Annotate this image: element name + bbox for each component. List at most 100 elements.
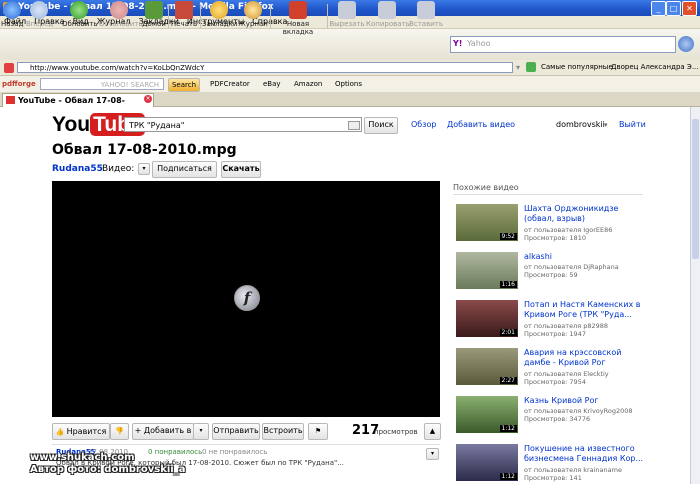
youtube-search-input[interactable]: ТРК "Рудана": [124, 117, 362, 132]
dislike-button[interactable]: 👎: [110, 423, 129, 440]
options-menu[interactable]: Options: [335, 80, 362, 88]
duration-badge: 2:27: [499, 377, 517, 384]
back-button[interactable]: Назад: [1, 1, 23, 31]
related-thumbnail[interactable]: 2:01: [456, 300, 518, 337]
page-favicon-icon: [4, 63, 14, 73]
share-button[interactable]: Отправить: [212, 423, 260, 440]
scrollbar-thumb[interactable]: [692, 119, 699, 259]
new-tab-button[interactable]: Новая вкладка: [272, 1, 324, 36]
related-title[interactable]: Потап и Настя Каменских в Кривом Роге (Т…: [524, 300, 644, 320]
duration-badge: 2:01: [499, 329, 517, 336]
channel-link[interactable]: Rudana55: [52, 164, 103, 174]
browse-link[interactable]: Обзор: [411, 120, 436, 129]
subscribe-button[interactable]: Подписаться: [152, 161, 217, 178]
duration-badge: 9:52: [499, 233, 517, 240]
expand-description-icon[interactable]: ▾: [426, 448, 439, 460]
related-uploader: от пользователя p82988: [524, 322, 609, 330]
maximize-button[interactable]: □: [666, 1, 681, 16]
related-thumbnail[interactable]: 1:16: [456, 252, 518, 289]
search-go-icon[interactable]: [678, 36, 694, 52]
pdfcreator-link[interactable]: PDFCreator: [210, 80, 250, 88]
yahoo-search-input[interactable]: Y! Yahoo: [450, 36, 676, 53]
related-title[interactable]: Покушение на известного бизнесмена Генна…: [524, 444, 644, 464]
bookmark-most-visited[interactable]: Самые популярные: [541, 63, 613, 71]
amazon-link[interactable]: Amazon: [294, 80, 322, 88]
scissors-icon: [338, 1, 356, 19]
related-title[interactable]: Шахта Орджоникидзе (обвал, взрыв): [524, 204, 644, 224]
watermark-site: www.shukach.com: [30, 452, 135, 463]
back-arrow-icon: [3, 1, 21, 19]
history-button[interactable]: Журнал: [238, 1, 268, 31]
add-to-dropdown-icon[interactable]: ▾: [193, 423, 209, 440]
related-item[interactable]: 2:27 Авария на крэссовской дамбе - Криво…: [453, 348, 643, 390]
tab-youtube[interactable]: YouTube - Обвал 17-08-2010.mpg: [2, 93, 154, 118]
toolbar-separator: [270, 4, 271, 28]
related-uploader: от пользователя IgorEE86: [524, 226, 613, 234]
video-player[interactable]: f: [52, 181, 440, 417]
flash-plugin-icon[interactable]: f: [234, 285, 260, 311]
bookmark-palace[interactable]: Дворец Александра Э...: [611, 63, 699, 71]
related-item[interactable]: 2:01 Потап и Настя Каменских в Кривом Ро…: [453, 300, 643, 342]
related-heading: Похожие видео: [453, 183, 519, 192]
home-button[interactable]: Домой: [141, 1, 167, 31]
address-input[interactable]: http://www.youtube.com/watch?v=KoLbQnZWd…: [17, 62, 513, 73]
close-tab-icon[interactable]: ×: [144, 95, 152, 103]
user-menu[interactable]: dombrovskii: [556, 120, 605, 129]
forward-arrow-icon: [30, 1, 48, 19]
related-uploader: от пользователя Elecktiy: [524, 370, 609, 378]
related-thumbnail[interactable]: 1:12: [456, 444, 518, 481]
related-thumbnail[interactable]: 2:27: [456, 348, 518, 385]
refresh-button[interactable]: Обновить: [62, 1, 98, 31]
forward-button[interactable]: Вперёд: [26, 1, 53, 31]
pdfforge-search-button[interactable]: Search: [168, 78, 200, 92]
duration-badge: 1:12: [499, 425, 517, 432]
embed-button[interactable]: Встроить: [262, 423, 304, 440]
download-button[interactable]: Скачать: [221, 161, 261, 178]
close-button[interactable]: ✕: [682, 1, 697, 16]
divider: [52, 444, 440, 445]
ebay-link[interactable]: eBay: [263, 80, 281, 88]
related-views: Просмотров: 1810: [524, 234, 586, 242]
related-item[interactable]: 9:52 Шахта Орджоникидзе (обвал, взрыв) о…: [453, 204, 643, 246]
print-icon: [175, 1, 193, 19]
related-title[interactable]: Казнь Кривой Рог: [524, 396, 644, 406]
toolbar-separator: [200, 4, 201, 28]
dislikes-count: 0 не понравилось: [202, 448, 268, 456]
stop-button[interactable]: Остановить: [99, 1, 142, 31]
related-thumbnail[interactable]: 1:12: [456, 396, 518, 433]
youtube-search-button[interactable]: Поиск: [364, 117, 398, 134]
dropdown-arrow-icon[interactable]: ▾: [516, 63, 520, 72]
video-title: Обвал 17-08-2010.mpg: [52, 142, 237, 158]
pdfforge-search-input[interactable]: YAHOO! SEARCH: [40, 78, 164, 90]
copy-button[interactable]: Копировать: [366, 1, 410, 31]
clock-icon: [244, 1, 262, 19]
yahoo-y-icon: Y!: [453, 39, 463, 48]
stats-icon[interactable]: ▲: [424, 423, 441, 440]
likes-count: 0 понравилось: [148, 448, 203, 456]
upload-link[interactable]: Добавить видео: [447, 120, 515, 129]
go-arrow-icon[interactable]: [526, 62, 536, 72]
keyboard-icon[interactable]: [348, 121, 360, 130]
expand-videos-icon[interactable]: ▾: [138, 163, 150, 175]
minimize-button[interactable]: _: [651, 1, 666, 16]
user-menu-chevron-icon[interactable]: ▾: [604, 121, 608, 129]
page-scrollbar[interactable]: [690, 107, 700, 484]
related-title[interactable]: Авария на крэссовской дамбе - Кривой Рог: [524, 348, 644, 368]
related-views: Просмотров: 1947: [524, 330, 586, 338]
related-item[interactable]: 1:16 alkashi от пользователя DjRaphana П…: [453, 252, 643, 294]
signout-link[interactable]: Выйти: [619, 120, 646, 129]
like-button[interactable]: 👍 Нравится: [52, 423, 110, 440]
add-to-button[interactable]: + Добавить в: [132, 423, 194, 440]
thumbs-up-icon: 👍: [55, 428, 67, 436]
cut-button[interactable]: Вырезать: [329, 1, 365, 31]
related-thumbnail[interactable]: 9:52: [456, 204, 518, 241]
watermark-author: Автор фото: dombrovskii_a: [30, 464, 186, 475]
paste-button[interactable]: Вставить: [409, 1, 443, 31]
bookmarks-button[interactable]: Закладки: [202, 1, 237, 31]
related-item[interactable]: 1:12 Покушение на известного бизнесмена …: [453, 444, 643, 486]
related-item[interactable]: 1:12 Казнь Кривой Рог от пользователя Kr…: [453, 396, 643, 438]
flag-icon[interactable]: ⚑: [308, 423, 328, 440]
related-title[interactable]: alkashi: [524, 252, 644, 262]
view-count-label: просмотров: [374, 428, 418, 436]
print-button[interactable]: Печать: [170, 1, 198, 31]
